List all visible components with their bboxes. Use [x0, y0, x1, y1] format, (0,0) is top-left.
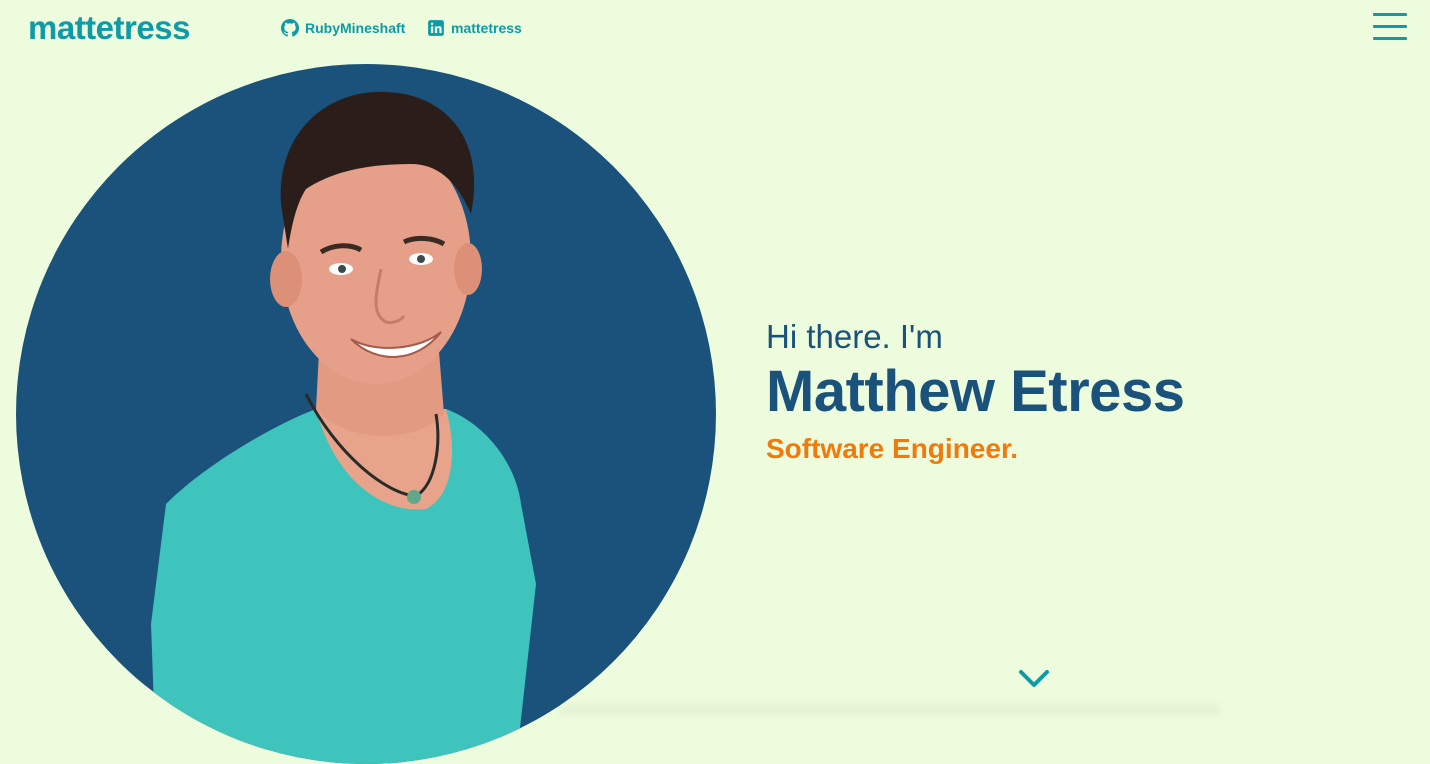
hamburger-menu-icon[interactable] [1373, 13, 1407, 41]
portrait-illustration [151, 91, 536, 764]
site-logo[interactable]: mattetress [28, 9, 190, 47]
github-icon [281, 19, 299, 37]
section-shadow [560, 700, 1220, 714]
menu-bar [1373, 37, 1407, 40]
greeting-text: Hi there. I'm [766, 318, 943, 355]
site-header: mattetress RubyMineshaft mattetress [0, 0, 1430, 56]
job-title: Software Engineer. [766, 433, 1019, 464]
menu-bar [1373, 25, 1407, 28]
hero-intro: Hi there. I'm Matthew Etress Software En… [766, 318, 1185, 466]
linkedin-icon [428, 20, 444, 36]
github-link[interactable]: RubyMineshaft [281, 19, 405, 37]
chevron-down-icon[interactable] [1018, 667, 1050, 691]
person-name: Matthew Etress [766, 359, 1185, 424]
profile-photo [16, 64, 716, 764]
linkedin-username: mattetress [451, 20, 522, 36]
github-username: RubyMineshaft [305, 20, 406, 36]
linkedin-link[interactable]: mattetress [427, 19, 522, 37]
menu-bar [1373, 13, 1407, 16]
